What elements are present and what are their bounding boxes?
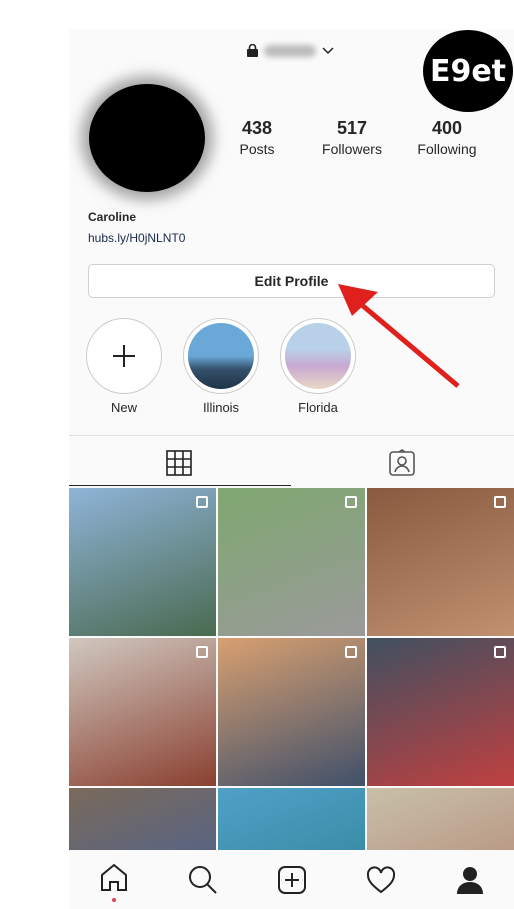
post-thumbnail[interactable] bbox=[367, 488, 514, 636]
chevron-down-icon bbox=[322, 46, 334, 54]
annotation-arrow bbox=[338, 284, 460, 388]
multiple-photos-icon bbox=[196, 646, 208, 658]
lock-icon bbox=[247, 44, 258, 57]
avatar[interactable] bbox=[89, 84, 205, 192]
profile-name: Caroline bbox=[88, 210, 137, 224]
highlight-thumbnail bbox=[188, 323, 254, 389]
plus-icon bbox=[113, 345, 135, 367]
multiple-photos-icon bbox=[196, 496, 208, 508]
search-icon[interactable] bbox=[188, 865, 218, 895]
tagged-icon[interactable] bbox=[388, 449, 416, 477]
multiple-photos-icon bbox=[345, 646, 357, 658]
post-thumbnail[interactable] bbox=[69, 488, 216, 636]
active-tab-indicator bbox=[69, 485, 291, 486]
post-thumbnail[interactable] bbox=[69, 638, 216, 786]
home-icon bbox=[100, 863, 127, 891]
post-thumbnail[interactable] bbox=[218, 638, 365, 786]
nav-home[interactable] bbox=[99, 862, 129, 902]
posts-grid bbox=[69, 488, 514, 850]
profile-tabs bbox=[69, 435, 514, 488]
profile-icon[interactable] bbox=[455, 865, 485, 895]
post-thumbnail[interactable] bbox=[218, 488, 365, 636]
multiple-photos-icon bbox=[345, 496, 357, 508]
account-switcher[interactable] bbox=[247, 44, 334, 57]
stat-following[interactable]: 400 Following bbox=[402, 118, 492, 157]
highlight-label: Florida bbox=[298, 400, 338, 415]
highlight-label: New bbox=[110, 400, 137, 415]
stat-label: Following bbox=[417, 141, 477, 157]
stat-value: 400 bbox=[431, 118, 463, 138]
profile-screen: E9et 438 Posts 517 Followers 400 Following … bbox=[69, 30, 514, 909]
username-blurred bbox=[264, 44, 316, 57]
stat-value: 438 bbox=[241, 118, 273, 138]
notification-dot bbox=[111, 898, 116, 902]
stat-label: Followers bbox=[322, 141, 382, 157]
highlight-illinois[interactable]: Illinois bbox=[183, 318, 259, 415]
add-post-icon[interactable] bbox=[277, 865, 307, 895]
multiple-photos-icon bbox=[494, 496, 506, 508]
stat-followers[interactable]: 517 Followers bbox=[307, 118, 397, 157]
highlight-label: Illinois bbox=[202, 400, 240, 415]
profile-link[interactable]: hubs.ly/H0jNLNT0 bbox=[88, 231, 185, 245]
stat-label: Posts bbox=[239, 141, 275, 157]
stat-posts[interactable]: 438 Posts bbox=[212, 118, 302, 157]
stat-value: 517 bbox=[336, 118, 368, 138]
highlight-new[interactable]: New bbox=[86, 318, 162, 415]
watermark-logo: E9et bbox=[423, 30, 513, 112]
bottom-nav bbox=[69, 850, 514, 909]
grid-icon[interactable] bbox=[166, 450, 192, 476]
post-thumbnail[interactable] bbox=[367, 788, 514, 850]
post-thumbnail[interactable] bbox=[367, 638, 514, 786]
heart-icon[interactable] bbox=[366, 866, 396, 894]
post-thumbnail[interactable] bbox=[218, 788, 365, 850]
multiple-photos-icon bbox=[494, 646, 506, 658]
watermark-text: E9et bbox=[429, 53, 507, 89]
post-thumbnail[interactable] bbox=[69, 788, 216, 850]
